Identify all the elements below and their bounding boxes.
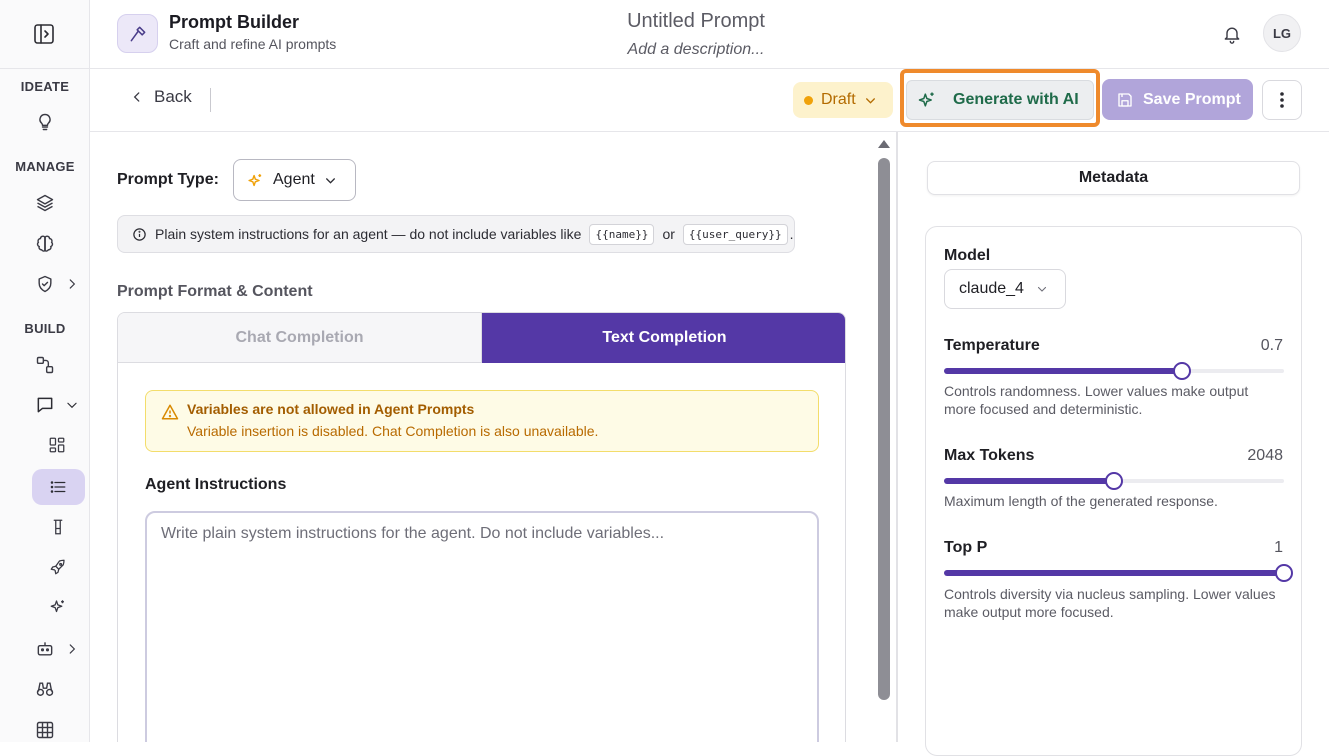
generate-label: Generate with AI — [953, 91, 1079, 108]
layers-icon[interactable] — [35, 193, 55, 213]
info-or: or — [662, 226, 675, 242]
chevron-right-icon[interactable] — [65, 277, 79, 291]
chevron-right-icon[interactable] — [65, 642, 79, 656]
back-button[interactable]: Back — [130, 87, 192, 107]
workflow-icon[interactable] — [35, 355, 55, 375]
info-notice: Plain system instructions for an agent —… — [117, 215, 795, 253]
lightbulb-icon[interactable] — [35, 112, 55, 132]
max-tokens-label: Max Tokens — [944, 447, 1035, 464]
max-tokens-slider[interactable] — [944, 472, 1284, 490]
model-label: Model — [944, 247, 991, 264]
slider-thumb[interactable] — [1105, 472, 1123, 490]
prompt-type-label: Prompt Type: — [117, 171, 219, 188]
format-section-label: Prompt Format & Content — [117, 283, 313, 300]
bot-icon[interactable] — [35, 639, 55, 659]
tab-metadata[interactable]: Metadata — [927, 161, 1300, 195]
max-tokens-value: 2048 — [1247, 447, 1283, 464]
slider-fill — [944, 570, 1284, 576]
variables-warning: Variables are not allowed in Agent Promp… — [145, 390, 819, 452]
info-icon — [133, 227, 146, 241]
tab-text-completion[interactable]: Text Completion — [482, 313, 845, 363]
list-icon[interactable] — [49, 478, 69, 498]
sidebar-section-manage: MANAGE — [15, 159, 75, 174]
sidebar-divider — [0, 68, 89, 69]
back-label: Back — [154, 87, 192, 106]
hammer-icon — [117, 14, 158, 53]
panel-divider[interactable] — [896, 132, 898, 742]
save-label: Save Prompt — [1143, 90, 1241, 108]
toolbar: Back Draft Generate with AI Save Prompt — [90, 69, 1329, 132]
slider-thumb[interactable] — [1173, 362, 1191, 380]
top-p-label: Top P — [944, 539, 988, 556]
app-subtitle: Craft and refine AI prompts — [169, 36, 337, 52]
rocket-icon[interactable] — [49, 558, 69, 578]
max-tokens-description: Maximum length of the generated response… — [944, 493, 1218, 509]
save-icon — [1118, 92, 1132, 107]
agent-instructions-input[interactable] — [145, 511, 819, 742]
info-end: . — [789, 226, 794, 242]
more-options-button[interactable] — [1262, 80, 1302, 120]
status-label: Draft — [821, 91, 856, 108]
model-settings-card: Model claude_4 Temperature 0.7 Controls … — [925, 226, 1302, 756]
shield-icon[interactable] — [35, 274, 55, 294]
chevron-down-icon — [865, 97, 875, 104]
status-dot — [804, 95, 813, 105]
sidebar-section-build: BUILD — [24, 321, 66, 336]
chevron-down-icon — [325, 177, 335, 184]
more-vertical-icon — [1280, 92, 1284, 108]
warning-text: Variable insertion is disabled. Chat Com… — [187, 423, 599, 439]
sidebar-toggle-icon[interactable] — [32, 22, 56, 46]
model-select[interactable]: claude_4 — [944, 269, 1066, 309]
chevron-down-icon — [1037, 286, 1047, 292]
app-header: Prompt Builder Craft and refine AI promp… — [90, 0, 1329, 69]
sparkle-icon — [918, 92, 934, 107]
format-card: Chat Completion Text Completion Variable… — [117, 312, 846, 742]
variable-chip: {{name}} — [589, 223, 655, 245]
prompt-description[interactable]: Add a description... — [510, 41, 882, 59]
top-p-slider[interactable] — [944, 564, 1293, 582]
tab-chat-completion[interactable]: Chat Completion — [118, 313, 482, 363]
agent-instructions-label: Agent Instructions — [145, 476, 287, 493]
chevron-left-icon — [133, 92, 140, 102]
model-value: claude_4 — [959, 280, 1024, 297]
save-prompt-button[interactable]: Save Prompt — [1102, 79, 1253, 120]
scroll-up-arrow[interactable] — [878, 140, 890, 148]
chevron-down-icon[interactable] — [65, 398, 79, 412]
warning-title: Variables are not allowed in Agent Promp… — [187, 401, 475, 417]
temperature-label: Temperature — [944, 337, 1040, 354]
status-dropdown[interactable]: Draft — [793, 82, 893, 118]
binoculars-icon[interactable] — [35, 679, 55, 699]
app-title: Prompt Builder — [169, 12, 300, 32]
avatar[interactable]: LG — [1263, 14, 1301, 52]
top-p-description: Controls diversity via nucleus sampling.… — [944, 586, 1276, 620]
prompt-title[interactable]: Untitled Prompt — [510, 10, 882, 33]
generate-with-ai-button[interactable]: Generate with AI — [906, 80, 1094, 120]
slider-fill — [944, 368, 1182, 374]
sparkle-icon[interactable] — [49, 598, 69, 618]
message-icon[interactable] — [35, 395, 55, 415]
slider-fill — [944, 478, 1114, 484]
temperature-description: Controls randomness. Lower values make o… — [944, 383, 1249, 417]
toolbar-divider — [210, 88, 211, 112]
slider-thumb[interactable] — [1275, 564, 1293, 582]
prompt-type-value: Agent — [273, 171, 315, 188]
variable-chip: {{user_query}} — [682, 223, 788, 245]
warning-icon — [161, 404, 179, 420]
info-text: Plain system instructions for an agent —… — [155, 226, 582, 242]
top-p-value: 1 — [1274, 539, 1283, 556]
scrollbar-thumb[interactable] — [878, 158, 890, 700]
editor-panel: Prompt Type: Agent Plain system instruct… — [90, 132, 896, 742]
temperature-slider[interactable] — [944, 362, 1284, 380]
table-icon[interactable] — [35, 720, 55, 740]
grid-icon[interactable] — [48, 436, 68, 456]
sidebar: IDEATE MANAGE BUILD — [0, 0, 90, 742]
bell-icon[interactable] — [1222, 23, 1242, 45]
temperature-value: 0.7 — [1260, 337, 1283, 354]
sidebar-section-ideate: IDEATE — [20, 79, 70, 94]
brain-icon[interactable] — [35, 234, 55, 254]
prompt-type-select[interactable]: Agent — [233, 159, 356, 201]
flask-icon[interactable] — [49, 518, 69, 538]
sparkle-icon — [248, 173, 262, 186]
